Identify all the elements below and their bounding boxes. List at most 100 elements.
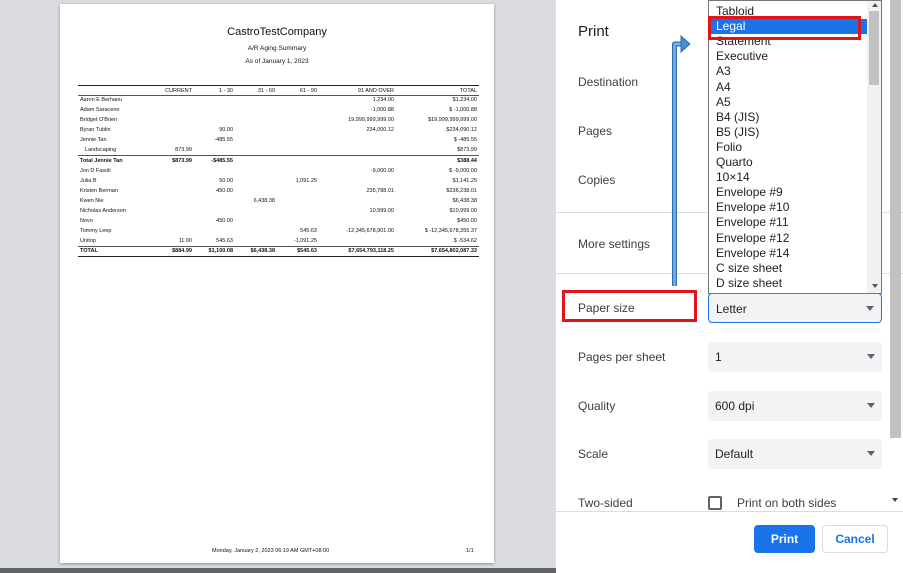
- scale-select[interactable]: Default: [708, 439, 882, 469]
- report-cell: 11.00: [178, 238, 192, 245]
- report-cell: [235, 186, 277, 196]
- report-cell: $19,999,999,999.00: [428, 117, 477, 124]
- report-customer-name: Jennie Tan: [80, 137, 107, 144]
- chevron-down-icon: [867, 354, 875, 359]
- paper-size-option[interactable]: Envelope #14: [709, 246, 868, 261]
- report-cell: -485.55: [214, 137, 233, 144]
- settings-scrollbar-thumb[interactable]: [890, 0, 901, 438]
- report-cell: [277, 186, 319, 196]
- report-cell: $545.63: [277, 245, 319, 258]
- report-table: CURRENT 1 - 30 31 - 60 61 - 90 91 AND OVER TO…: [78, 87, 479, 258]
- report-cell: [277, 95, 319, 105]
- report-customer-name: Jon D Fasoli: [80, 167, 111, 174]
- paper-size-option[interactable]: Folio: [709, 140, 868, 155]
- report-page-number: 1/1: [466, 548, 474, 554]
- report-cell: -12,345,678,901.00: [346, 228, 394, 235]
- report-cell: [194, 95, 235, 105]
- paper-size-option[interactable]: Executive: [709, 49, 868, 64]
- report-cell: $884.99: [157, 245, 194, 258]
- report-cell: [277, 125, 319, 135]
- report-cell: $450.00: [457, 218, 477, 225]
- chevron-down-icon: [867, 451, 875, 456]
- preview-page: CastroTestCompany A/R Aging Summary As o…: [60, 4, 494, 563]
- paper-size-option[interactable]: A4: [709, 80, 868, 95]
- scroll-down-icon[interactable]: [892, 498, 898, 502]
- paper-size-option[interactable]: D size sheet: [709, 276, 868, 291]
- report-row: Landscaping 873.99 $873.99: [78, 145, 479, 155]
- report-cell: $1,100.08: [194, 245, 235, 258]
- report-cell: [194, 226, 235, 236]
- report-company: CastroTestCompany: [227, 26, 327, 38]
- report-cell: $ -534.62: [453, 238, 477, 245]
- report-cell: [319, 155, 396, 166]
- report-cell: $873.99: [457, 147, 477, 154]
- scroll-up-icon[interactable]: [872, 3, 878, 7]
- paper-size-option[interactable]: Envelope #9: [709, 185, 868, 200]
- dropdown-scrollbar[interactable]: [867, 1, 881, 293]
- report-cell: [277, 216, 319, 226]
- report-column-header: [78, 87, 157, 96]
- report-row: Adam Saraceno -1,000.88 $ -1,000.88: [78, 105, 479, 115]
- report-row: Aaron E Berhanu 1,234.00 $1,234.00: [78, 95, 479, 105]
- report-cell: [194, 206, 235, 216]
- report-row: TOTAL $884.99 $1,100.08 $6,438.38 $545.63 $7,…: [78, 245, 479, 258]
- report-cell: [194, 105, 235, 115]
- report-customer-name: Bridget O'Brien: [80, 117, 118, 124]
- report-customer-name: Kristen Berman: [80, 187, 118, 194]
- scroll-down-icon[interactable]: [872, 284, 878, 288]
- report-row: Julia B 50.00 1,091.25 $1,141.25: [78, 176, 479, 186]
- report-cell: $1,141.25: [452, 177, 477, 184]
- report-cell: 234,000.12: [366, 127, 394, 134]
- report-cell: [235, 176, 277, 186]
- paper-size-option[interactable]: Envelope #10: [709, 200, 868, 215]
- paper-size-option[interactable]: Envelope #11: [709, 215, 868, 230]
- cancel-button[interactable]: Cancel: [822, 525, 888, 553]
- scale-value: Default: [715, 447, 754, 461]
- paper-size-option[interactable]: A5: [709, 95, 868, 110]
- report-cell: [157, 226, 194, 236]
- report-cell: -9,000.00: [370, 167, 394, 174]
- report-customer-name: Byran Tublin: [80, 127, 111, 134]
- report-row: Tommy Leep 545.63 -12,345,678,901.00 $ -12,…: [78, 226, 479, 236]
- paper-size-option[interactable]: A3: [709, 64, 868, 79]
- paper-size-dropdown[interactable]: LetterTabloidLegalStatementExecutiveA3A4…: [708, 0, 882, 294]
- report-cell: [235, 166, 277, 176]
- report-cell: 50.00: [219, 177, 233, 184]
- report-cell: $236,238.01: [446, 187, 477, 194]
- paper-size-option[interactable]: B4 (JIS): [709, 110, 868, 125]
- copies-label: Copies: [578, 173, 616, 187]
- report-cell: 450.00: [216, 187, 233, 194]
- report-cell: 235,788.01: [366, 187, 394, 194]
- report-row: Total Jennie Tan $873.99 -$485.55 $388.44: [78, 155, 479, 166]
- report-cell: [157, 125, 194, 135]
- report-cell: [319, 145, 396, 155]
- paper-size-option[interactable]: 10×14: [709, 170, 868, 185]
- paper-size-option[interactable]: C size sheet: [709, 261, 868, 276]
- more-settings-toggle[interactable]: More settings: [578, 237, 650, 251]
- quality-select[interactable]: 600 dpi: [708, 391, 882, 421]
- paper-size-option[interactable]: Quarto: [709, 155, 868, 170]
- two-sided-checkbox[interactable]: [708, 496, 722, 510]
- report-cell: [277, 135, 319, 145]
- report-column-header: 91 AND OVER: [319, 87, 396, 96]
- report-cell: [277, 166, 319, 176]
- report-cell: [194, 196, 235, 206]
- dropdown-scrollbar-thumb[interactable]: [869, 11, 879, 85]
- report-cell: 10,999.00: [369, 208, 394, 215]
- paper-size-options: LetterTabloidLegalStatementExecutiveA3A4…: [709, 1, 868, 291]
- report-cell: 545.63: [300, 228, 317, 235]
- report-cell: [319, 196, 396, 206]
- report-column-header: 1 - 30: [194, 87, 235, 96]
- report-cell: $873.99: [157, 155, 194, 166]
- report-customer-name: Aaron E Berhanu: [80, 97, 123, 104]
- report-cell: [319, 216, 396, 226]
- report-cell: [235, 206, 277, 216]
- pages-per-sheet-select[interactable]: 1: [708, 342, 882, 372]
- paper-size-option[interactable]: Envelope #12: [709, 231, 868, 246]
- paper-size-select[interactable]: Letter: [708, 293, 882, 323]
- report-cell: 6,438.38: [253, 197, 275, 204]
- print-button[interactable]: Print: [754, 525, 815, 553]
- report-cell: [277, 196, 319, 206]
- paper-size-option[interactable]: B5 (JIS): [709, 125, 868, 140]
- two-sided-option-label[interactable]: Print on both sides: [737, 496, 836, 510]
